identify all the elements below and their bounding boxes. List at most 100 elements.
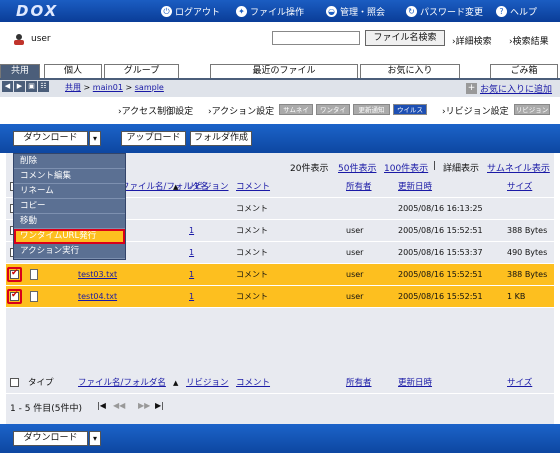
menu-item-onetime-url[interactable]: ワンタイムURL発行 xyxy=(14,229,125,244)
prev-page-icon[interactable]: ◀◀ xyxy=(113,401,125,410)
tab-recent[interactable]: 最近のファイル xyxy=(210,64,358,78)
tree-icon[interactable]: ☷ xyxy=(38,81,49,92)
logout-link[interactable]: ⏻ ログアウト xyxy=(161,5,220,18)
row-revision[interactable]: 1 xyxy=(189,242,194,264)
col-updated-header[interactable]: 更新日時 xyxy=(398,176,432,198)
col-revision-header[interactable]: リビジョン xyxy=(186,176,229,198)
folder-up-icon[interactable]: ▣ xyxy=(26,81,37,92)
col-comment-header[interactable]: コメント xyxy=(236,176,270,198)
row-comment: コメント xyxy=(236,270,268,279)
tab-group[interactable]: グループ xyxy=(104,64,179,78)
menu-item-rename[interactable]: リネーム xyxy=(14,184,125,199)
search-input[interactable] xyxy=(272,31,360,45)
row-filename[interactable]: test03.txt xyxy=(78,264,117,286)
help-link[interactable]: ? ヘルプ xyxy=(496,5,537,18)
row-revision[interactable]: 1 xyxy=(189,286,194,308)
row-owner: user xyxy=(346,226,364,235)
update-notify-badge: 更新通知 xyxy=(353,104,390,115)
col-owner-header[interactable]: 所有者 xyxy=(346,176,372,198)
tab-shared[interactable]: 共用 xyxy=(0,64,40,78)
menu-item-copy[interactable]: コピー xyxy=(14,199,125,214)
filename-search-button[interactable]: ファイル名検索 xyxy=(365,30,445,46)
tab-favorites[interactable]: お気に入り xyxy=(360,64,460,78)
virus-badge: ウイルス xyxy=(393,104,427,115)
access-control-link[interactable]: ›アクセス制御設定 xyxy=(118,104,193,117)
chevron-down-icon: ▾ xyxy=(92,134,97,143)
forward-icon[interactable]: ▶ xyxy=(14,81,25,92)
action-settings-label: アクション設定 xyxy=(211,107,275,117)
chevron-down-icon: ▾ xyxy=(92,434,97,443)
row-size: 388 Bytes xyxy=(507,226,548,235)
table-row-selected[interactable]: test04.txt 1 コメント user 2005/08/16 15:52:… xyxy=(6,286,554,308)
breadcrumb-main01[interactable]: main01 xyxy=(93,83,123,92)
revision-badge: リビジョン xyxy=(514,104,550,115)
row-checkbox[interactable] xyxy=(10,268,19,279)
menu-item-move[interactable]: 移動 xyxy=(14,214,125,229)
file-ops-link[interactable]: ✦ ファイル操作 xyxy=(236,5,304,18)
detail-search-link[interactable]: ›詳細検索 xyxy=(452,34,492,47)
row-owner: user xyxy=(346,248,364,257)
logout-icon: ⏻ xyxy=(161,6,172,17)
row-comment: コメント xyxy=(236,292,268,301)
row-comment: コメント xyxy=(236,226,268,235)
row-updated: 2005/08/16 15:52:51 xyxy=(398,270,483,279)
menu-item-edit-comment[interactable]: コメント編集 xyxy=(14,169,125,184)
breadcrumb-shared[interactable]: 共用 xyxy=(65,83,81,92)
add-favorite-link[interactable]: + お気に入りに追加 xyxy=(466,82,552,95)
user-icon xyxy=(14,34,24,45)
password-label: パスワード変更 xyxy=(420,8,484,18)
download-dropdown-menu: 削除 コメント編集 リネーム コピー 移動 ワンタイムURL発行 アクション実行 xyxy=(13,153,126,260)
show-20-option[interactable]: 20件表示 xyxy=(290,161,328,174)
upload-button[interactable]: アップロード xyxy=(121,131,186,146)
col-size-header[interactable]: サイズ xyxy=(507,176,532,198)
row-filename[interactable]: test04.txt xyxy=(78,286,117,308)
search-results-link[interactable]: ›検索結果 xyxy=(509,34,549,47)
last-page-icon[interactable]: ▶| xyxy=(155,401,164,410)
file-ops-label: ファイル操作 xyxy=(250,8,305,18)
tab-trash[interactable]: ごみ箱 xyxy=(490,64,558,78)
thumbnail-view-link[interactable]: サムネイル表示 xyxy=(487,161,550,174)
first-page-icon[interactable]: |◀ xyxy=(97,401,106,410)
back-icon[interactable]: ◀ xyxy=(2,81,13,92)
sort-icon[interactable]: ▲ xyxy=(173,372,178,394)
detail-view-option[interactable]: 詳細表示 xyxy=(443,161,479,174)
download-dropdown-button[interactable]: ▾ xyxy=(89,131,101,146)
app-logo: DOX xyxy=(16,2,59,20)
menu-item-delete[interactable]: 削除 xyxy=(14,154,125,169)
download-button-bottom[interactable]: ダウンロード xyxy=(13,431,88,446)
add-favorite-label: お気に入りに追加 xyxy=(480,85,553,95)
col-size-header-bottom[interactable]: サイズ xyxy=(507,372,532,394)
file-icon xyxy=(30,269,38,280)
tab-personal[interactable]: 個人 xyxy=(44,64,102,78)
create-folder-button[interactable]: フォルダ作成 xyxy=(190,131,252,146)
revision-settings-link[interactable]: ›リビジョン設定 xyxy=(442,104,509,117)
show-50-link[interactable]: 50件表示 xyxy=(338,161,376,174)
show-100-link[interactable]: 100件表示 xyxy=(384,161,428,174)
breadcrumb-sample[interactable]: sample xyxy=(135,83,164,92)
file-ops-icon: ✦ xyxy=(236,6,247,17)
admin-link[interactable]: ◒ 管理・照会 xyxy=(326,5,385,18)
select-all-checkbox-bottom[interactable] xyxy=(10,378,19,387)
row-revision[interactable]: 1 xyxy=(189,220,194,242)
row-owner: user xyxy=(346,292,364,301)
col-comment-header-bottom[interactable]: コメント xyxy=(236,372,270,394)
row-checkbox[interactable] xyxy=(10,290,19,301)
action-settings-link[interactable]: ›アクション設定 xyxy=(208,104,274,117)
col-updated-header-bottom[interactable]: 更新日時 xyxy=(398,372,432,394)
col-revision-header-bottom[interactable]: リビジョン xyxy=(186,372,229,394)
row-size: 490 Bytes xyxy=(507,248,548,257)
menu-item-run-action[interactable]: アクション実行 xyxy=(14,244,125,259)
table-row-selected[interactable]: test03.txt 1 コメント user 2005/08/16 15:52:… xyxy=(6,264,554,286)
pager-summary: 1 - 5 件目(5件中) xyxy=(10,404,83,414)
download-dropdown-button-bottom[interactable]: ▾ xyxy=(89,431,101,446)
sort-icon[interactable]: ▲ xyxy=(173,176,178,198)
row-revision[interactable]: 1 xyxy=(189,264,194,286)
row-updated: 2005/08/16 15:52:51 xyxy=(398,226,483,235)
col-name-header-bottom[interactable]: ファイル名/フォルダ名 xyxy=(78,372,166,394)
download-button[interactable]: ダウンロード xyxy=(13,131,88,146)
password-link[interactable]: ↻ パスワード変更 xyxy=(406,5,483,18)
table-footer-header-row: タイプ ファイル名/フォルダ名 ▲ リビジョン コメント 所有者 更新日時 サイ… xyxy=(6,372,554,394)
row-size: 1 KB xyxy=(507,292,526,301)
next-page-icon[interactable]: ▶▶ xyxy=(138,401,150,410)
col-owner-header-bottom[interactable]: 所有者 xyxy=(346,372,372,394)
